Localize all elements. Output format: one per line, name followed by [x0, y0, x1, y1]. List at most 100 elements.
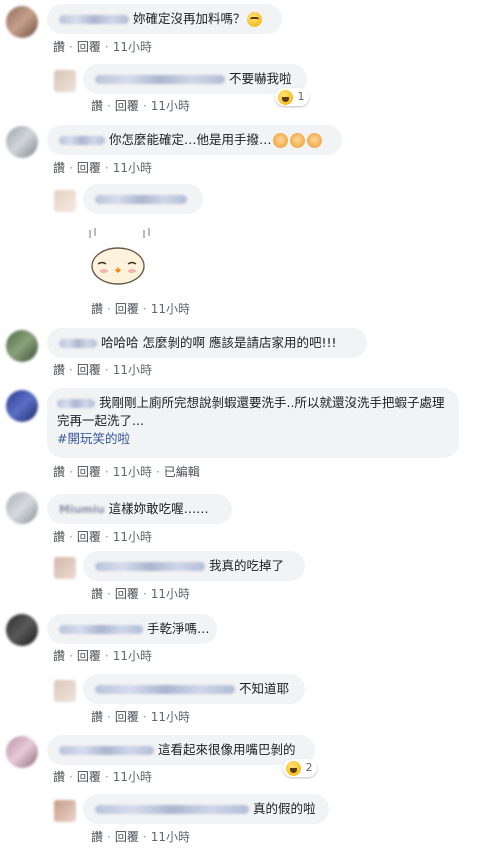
reaction-count: 2 [305, 761, 313, 774]
like-link[interactable]: 讚 [53, 770, 65, 784]
comment-bubble: 我真的吃掉了 [83, 551, 305, 581]
timestamp[interactable]: 11小時 [113, 363, 152, 377]
comment-actions: 讚 · 回覆 · 11小時 [53, 649, 152, 663]
comment-text: 你怎麼能確定…他是用手撥… [109, 132, 272, 147]
avatar[interactable] [6, 126, 38, 158]
comment-bubble: 真的假的啦 [83, 794, 329, 824]
commenter-name[interactable] [59, 136, 105, 145]
timestamp[interactable]: 11小時 [151, 710, 190, 724]
comment-text: 手乾淨嗎… [147, 621, 210, 636]
haha-reaction-icon [278, 89, 293, 105]
sticker-image[interactable] [84, 226, 154, 286]
pray-emoji-icon [306, 133, 322, 148]
avatar[interactable] [6, 390, 38, 422]
timestamp[interactable]: 11小時 [113, 530, 152, 544]
reaction-badge[interactable]: 2 [283, 759, 317, 777]
timestamp[interactable]: 11小時 [113, 465, 152, 479]
comment-actions: 讚 · 回覆 · 11小時 [91, 710, 190, 724]
timestamp[interactable]: 11小時 [151, 99, 190, 113]
avatar[interactable] [54, 800, 76, 822]
commenter-name[interactable] [95, 562, 205, 571]
comment-actions: 讚 · 回覆 · 11小時 [53, 40, 152, 54]
reply-link[interactable]: 回覆 [77, 40, 101, 54]
commenter-name[interactable] [59, 746, 154, 755]
comment-bubble: Miumiu 這樣妳敢吃喔…… [47, 494, 232, 524]
avatar[interactable] [6, 6, 38, 38]
comment-text: 不要嚇我啦 [229, 71, 292, 86]
comment-bubble: 你怎麼能確定…他是用手撥… [47, 125, 342, 155]
reply-link[interactable]: 回覆 [77, 161, 101, 175]
reaction-count: 1 [297, 90, 305, 103]
reply-link[interactable]: 回覆 [115, 99, 139, 113]
commenter-name[interactable] [95, 75, 225, 84]
like-link[interactable]: 讚 [53, 649, 65, 663]
like-link[interactable]: 讚 [53, 161, 65, 175]
like-link[interactable]: 讚 [53, 40, 65, 54]
comment-actions: 讚 · 回覆 · 11小時 [91, 99, 190, 113]
timestamp[interactable]: 11小時 [151, 830, 190, 844]
avatar[interactable] [6, 330, 38, 362]
commenter-name[interactable] [59, 625, 143, 634]
reply-link[interactable]: 回覆 [115, 302, 139, 316]
commenter-name[interactable] [59, 339, 97, 348]
reply-link[interactable]: 回覆 [77, 363, 101, 377]
avatar[interactable] [6, 492, 38, 524]
like-link[interactable]: 讚 [91, 587, 103, 601]
commenter-name[interactable] [95, 195, 187, 204]
commenter-name-bubble [83, 184, 203, 214]
comment-bubble: 妳確定沒再加料嗎？ [47, 4, 282, 34]
timestamp[interactable]: 11小時 [151, 302, 190, 316]
comment-text: 這看起來很像用嘴巴剝的 [158, 742, 296, 757]
timestamp[interactable]: 11小時 [113, 770, 152, 784]
reply-link[interactable]: 回覆 [115, 710, 139, 724]
reply-link[interactable]: 回覆 [77, 530, 101, 544]
eye-roll-emoji-icon [246, 12, 262, 27]
comment-bubble: 不知道耶 [83, 674, 305, 704]
comment-text: 真的假的啦 [253, 801, 316, 816]
timestamp[interactable]: 11小時 [113, 40, 152, 54]
comment-actions: 讚 · 回覆 · 11小時 [91, 587, 190, 601]
like-link[interactable]: 讚 [91, 99, 103, 113]
like-link[interactable]: 讚 [53, 530, 65, 544]
comment-actions: 讚 · 回覆 · 11小時 [53, 770, 152, 784]
like-link[interactable]: 讚 [53, 363, 65, 377]
comment-actions: 讚 · 回覆 · 11小時 [91, 830, 190, 844]
reply-link[interactable]: 回覆 [115, 830, 139, 844]
comment-bubble: 這看起來很像用嘴巴剝的 [47, 735, 315, 765]
timestamp[interactable]: 11小時 [113, 649, 152, 663]
comment-actions: 讚 · 回覆 · 11小時 [53, 161, 152, 175]
edited-label: 已編輯 [163, 465, 200, 479]
reaction-badge[interactable]: 1 [275, 88, 309, 106]
reply-link[interactable]: 回覆 [115, 587, 139, 601]
comment-actions: 讚 · 回覆 · 11小時 · 已編輯 [53, 465, 200, 479]
reply-link[interactable]: 回覆 [77, 465, 101, 479]
hashtag-link[interactable]: #開玩笑的啦 [57, 431, 130, 446]
avatar[interactable] [54, 557, 76, 579]
avatar[interactable] [54, 190, 76, 212]
commenter-name[interactable] [59, 15, 129, 24]
commenter-name[interactable] [57, 399, 95, 408]
comment-text: 這樣妳敢吃喔…… [108, 501, 209, 516]
comment-bubble: 手乾淨嗎… [47, 614, 217, 644]
avatar[interactable] [6, 736, 38, 768]
like-link[interactable]: 讚 [53, 465, 65, 479]
like-link[interactable]: 讚 [91, 302, 103, 316]
commenter-name[interactable] [95, 685, 235, 694]
comment-text: 我真的吃掉了 [209, 558, 285, 573]
like-link[interactable]: 讚 [91, 710, 103, 724]
avatar[interactable] [6, 614, 38, 646]
reply-link[interactable]: 回覆 [77, 770, 101, 784]
timestamp[interactable]: 11小時 [113, 161, 152, 175]
comment-bubble: 不要嚇我啦 [83, 64, 307, 94]
commenter-name[interactable] [95, 805, 249, 814]
like-link[interactable]: 讚 [91, 830, 103, 844]
comment-bubble: 我剛剛上廁所完想說剝蝦還要洗手..所以就還沒洗手把蝦子處理完再一起洗了... #… [47, 388, 459, 458]
avatar[interactable] [54, 680, 76, 702]
comment-text: 哈哈哈 怎麼剝的啊 應該是請店家用的吧!!! [101, 335, 337, 350]
commenter-name[interactable]: Miumiu [59, 503, 105, 516]
avatar[interactable] [54, 70, 76, 92]
comment-actions: 讚 · 回覆 · 11小時 [91, 302, 190, 316]
reply-link[interactable]: 回覆 [77, 649, 101, 663]
timestamp[interactable]: 11小時 [151, 587, 190, 601]
haha-reaction-icon [286, 760, 301, 776]
